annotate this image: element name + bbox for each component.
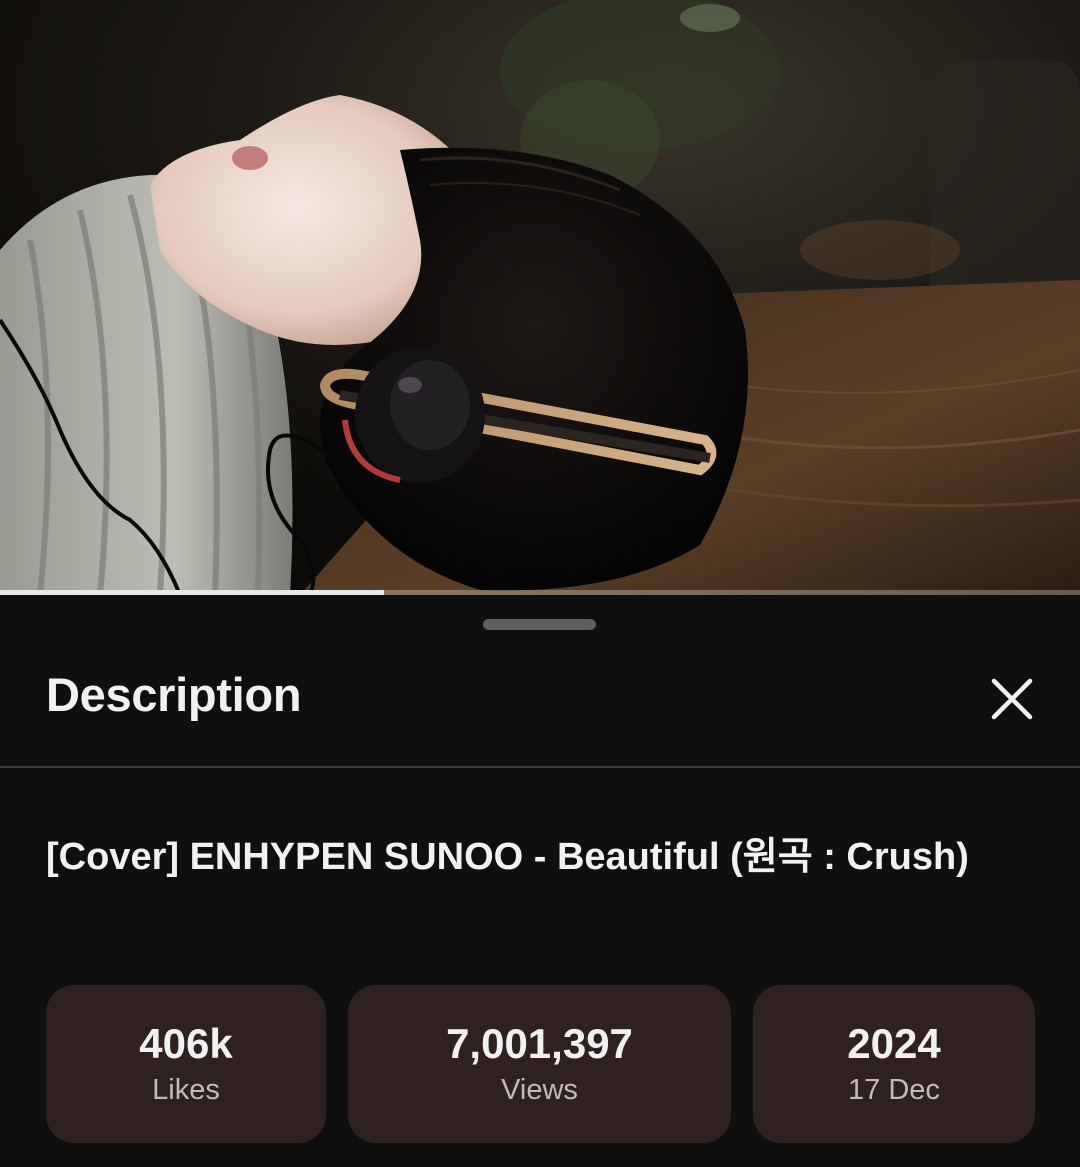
views-stat: 7,001,397 Views xyxy=(348,985,731,1143)
video-player[interactable] xyxy=(0,0,1080,595)
video-progress-fill xyxy=(0,590,385,595)
likes-stat: 406k Likes xyxy=(46,985,326,1143)
upload-date-stat: 2024 17 Dec xyxy=(753,985,1035,1143)
likes-count: 406k xyxy=(139,1019,233,1067)
upload-day-month: 17 Dec xyxy=(848,1074,940,1107)
video-frame-image xyxy=(0,0,1080,595)
likes-label: Likes xyxy=(152,1074,220,1107)
close-icon xyxy=(991,678,1033,720)
description-sheet: Description [Cover] ENHYPEN SUNOO - Beau… xyxy=(0,597,1080,1167)
video-progress-bar[interactable] xyxy=(0,590,1080,595)
screen: Description [Cover] ENHYPEN SUNOO - Beau… xyxy=(0,0,1080,1167)
sheet-title: Description xyxy=(46,668,302,721)
drag-handle[interactable] xyxy=(483,619,596,630)
views-count: 7,001,397 xyxy=(446,1019,633,1067)
upload-year: 2024 xyxy=(847,1019,941,1067)
sheet-divider xyxy=(0,766,1080,768)
close-button[interactable] xyxy=(980,667,1044,731)
views-label: Views xyxy=(501,1074,578,1107)
video-title: [Cover] ENHYPEN SUNOO - Beautiful (원곡 : … xyxy=(46,836,969,878)
